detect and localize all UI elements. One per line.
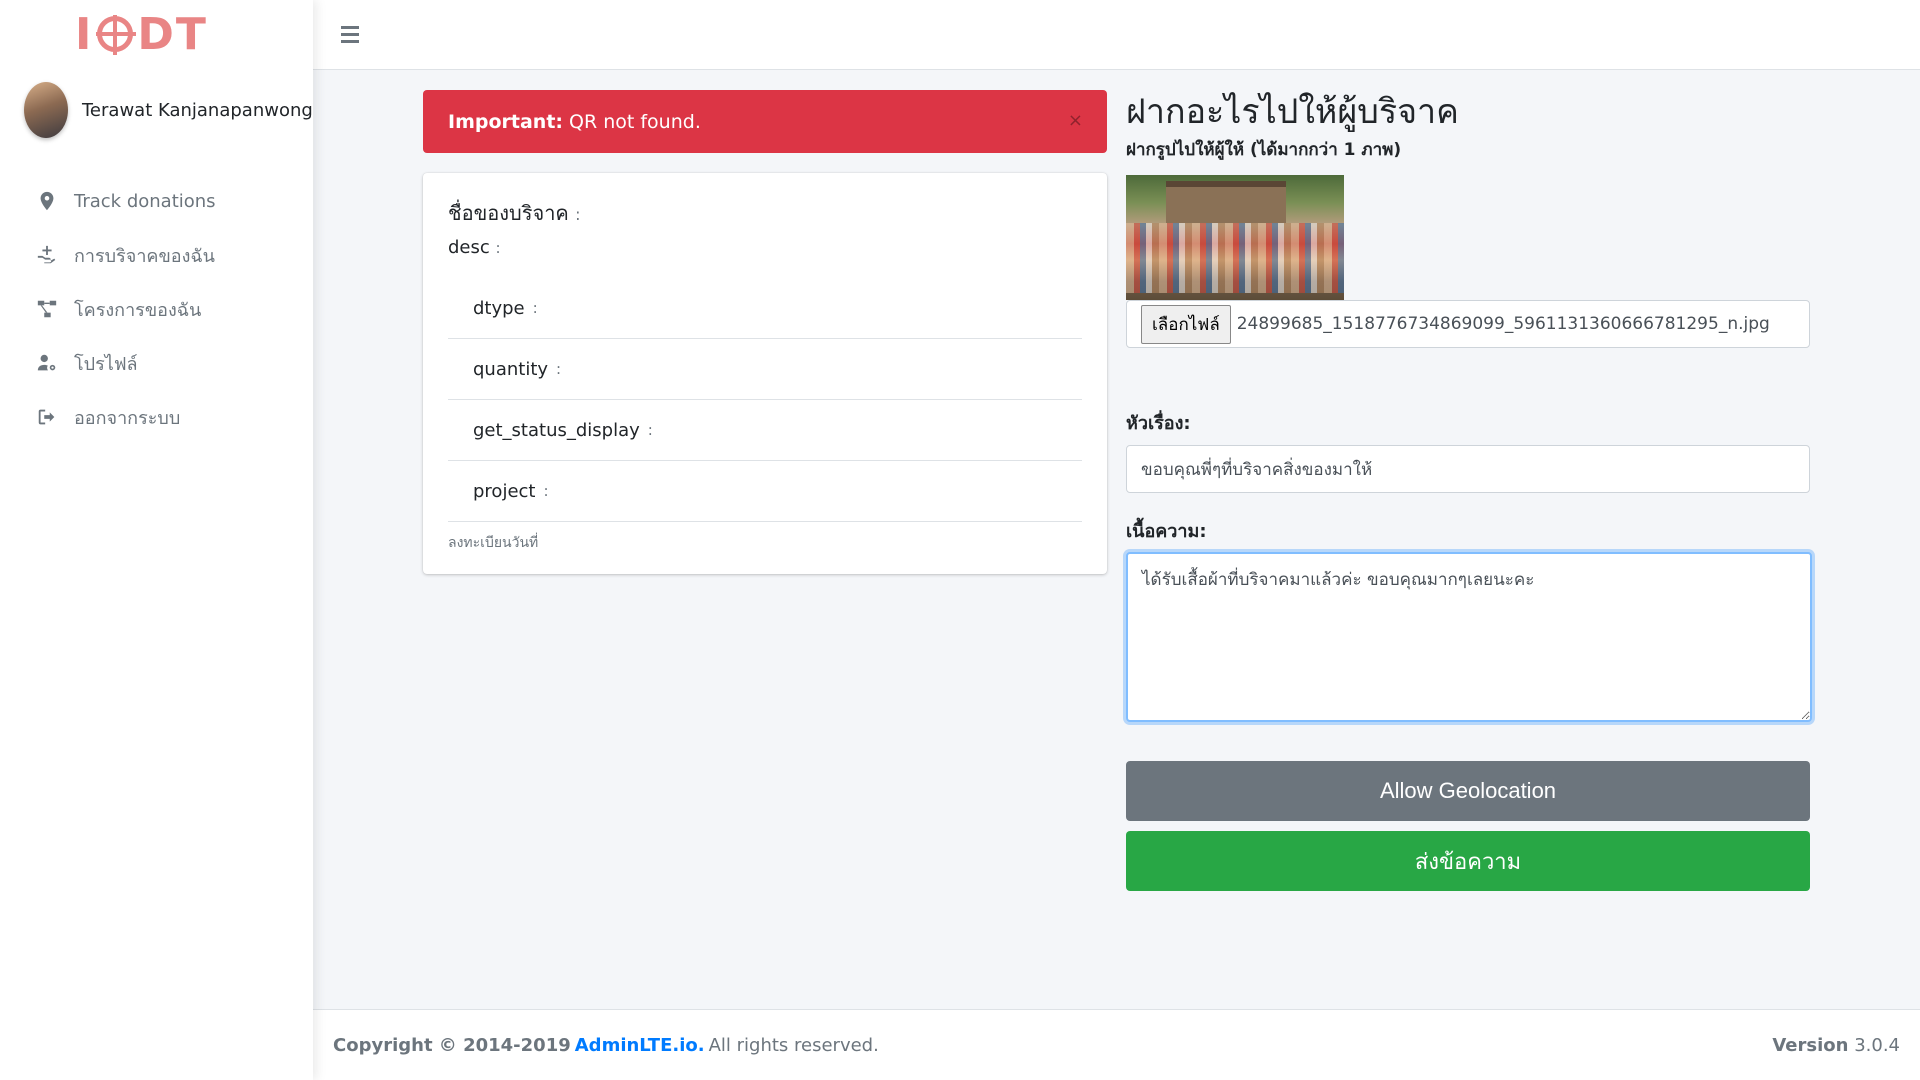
close-icon[interactable]: ×: [1068, 110, 1083, 131]
subject-label: หัวเรื่อง:: [1126, 413, 1191, 434]
user-name[interactable]: Terawat Kanjanapanwong: [82, 100, 313, 121]
hand-donate-icon: [34, 242, 60, 268]
crosshair-logo-icon: [96, 15, 137, 55]
sidebar-item-track-donations[interactable]: Track donations: [0, 174, 313, 228]
list-item-label: dtype: [473, 297, 525, 319]
message-form: ฝากอะไรไปให้ผู้บริจาค ฝากรูปไปให้ผู้ให้ …: [1126, 88, 1812, 891]
list-item-status: get_status_display :: [448, 400, 1082, 461]
subject-input[interactable]: [1126, 445, 1810, 493]
file-upload-input[interactable]: เลือกไฟล์ 24899685_1518776734869099_5961…: [1126, 300, 1810, 348]
separator: :: [556, 360, 562, 378]
list-item-quantity: quantity :: [448, 339, 1082, 400]
donation-desc: desc :: [448, 237, 1082, 258]
donation-name-label: ชื่อของบริจาค: [448, 201, 569, 225]
hamburger-menu-icon[interactable]: [341, 22, 369, 48]
version-label: Version: [1772, 1034, 1849, 1056]
separator: :: [543, 482, 549, 500]
alert-strong: Important:: [448, 110, 564, 133]
page-subtitle: ฝากรูปไปให้ผู้ให้ (ได้มากกว่า 1 ภาพ): [1126, 140, 1402, 160]
project-diagram-icon: [34, 296, 60, 322]
allow-geolocation-button[interactable]: Allow Geolocation: [1126, 761, 1810, 821]
separator: :: [575, 205, 581, 224]
sidebar-item-my-donations[interactable]: การบริจาคของฉัน: [0, 228, 313, 282]
version-info: Version 3.0.4: [1772, 1035, 1900, 1056]
list-item-label: quantity: [473, 358, 549, 380]
alert-text: QR not found.: [569, 110, 701, 133]
list-item-project: project :: [448, 461, 1082, 522]
registration-date: ลงทะเบียนวันที่: [448, 535, 539, 551]
donation-detail-list: dtype : quantity : get_status_display : …: [448, 278, 1082, 522]
brand-logo[interactable]: I DT: [0, 0, 313, 68]
list-item-label: project: [473, 480, 536, 502]
avatar[interactable]: [24, 82, 68, 138]
copyright-text: Copyright © 2014-2019: [333, 1034, 571, 1056]
brand-logo-right: DT: [137, 8, 208, 60]
send-message-button[interactable]: ส่งข้อความ: [1126, 831, 1810, 891]
top-navbar: [313, 0, 1920, 70]
sidebar-item-label: ออกจากระบบ: [74, 407, 181, 429]
donation-name: ชื่อของบริจาค :: [448, 197, 1082, 229]
sign-out-icon: [34, 404, 60, 430]
separator: :: [647, 421, 653, 439]
desc-label: desc: [448, 237, 490, 258]
list-item-label: get_status_display: [473, 419, 640, 441]
sidebar-item-my-projects[interactable]: โครงการของฉัน: [0, 282, 313, 336]
sidebar-item-profile[interactable]: โปรไฟล์: [0, 336, 313, 390]
user-panel[interactable]: Terawat Kanjanapanwong: [0, 68, 313, 152]
separator: :: [495, 239, 501, 257]
donation-info-card: ชื่อของบริจาค : desc : dtype : quantity …: [423, 173, 1107, 574]
sidebar-item-label: Track donations: [74, 190, 216, 212]
brand-logo-left: I: [75, 8, 94, 60]
sidebar-item-logout[interactable]: ออกจากระบบ: [0, 390, 313, 444]
page-title: ฝากอะไรไปให้ผู้บริจาค: [1126, 92, 1459, 132]
sidebar: I DT Terawat Kanjanapanwong Track donati…: [0, 0, 313, 1080]
sidebar-nav: Track donations การบริจาคของฉัน โครงการข…: [0, 174, 313, 444]
version-value: 3.0.4: [1854, 1034, 1900, 1056]
adminlte-link[interactable]: AdminLTE.io.: [575, 1035, 705, 1056]
sidebar-item-label: การบริจาคของฉัน: [74, 245, 215, 267]
list-item-dtype: dtype :: [448, 278, 1082, 339]
file-name: 24899685_1518776734869099_59611313606667…: [1236, 314, 1770, 334]
map-marker-icon: [34, 188, 60, 214]
body-label: เนื้อความ:: [1126, 521, 1207, 542]
body-textarea[interactable]: ได้รับเสื้อผ้าที่บริจาคมาแล้วค่ะ ขอบคุณม…: [1126, 552, 1812, 722]
user-cog-icon: [34, 350, 60, 376]
uploaded-photo-preview: [1126, 175, 1344, 300]
error-alert: Important: QR not found. ×: [423, 90, 1107, 153]
rights-text: All rights reserved.: [708, 1034, 879, 1056]
sidebar-item-label: โครงการของฉัน: [74, 299, 202, 321]
choose-file-button[interactable]: เลือกไฟล์: [1141, 304, 1231, 344]
footer: Copyright © 2014-2019 AdminLTE.io. All r…: [313, 1009, 1920, 1080]
separator: :: [532, 299, 538, 317]
sidebar-item-label: โปรไฟล์: [74, 353, 138, 375]
